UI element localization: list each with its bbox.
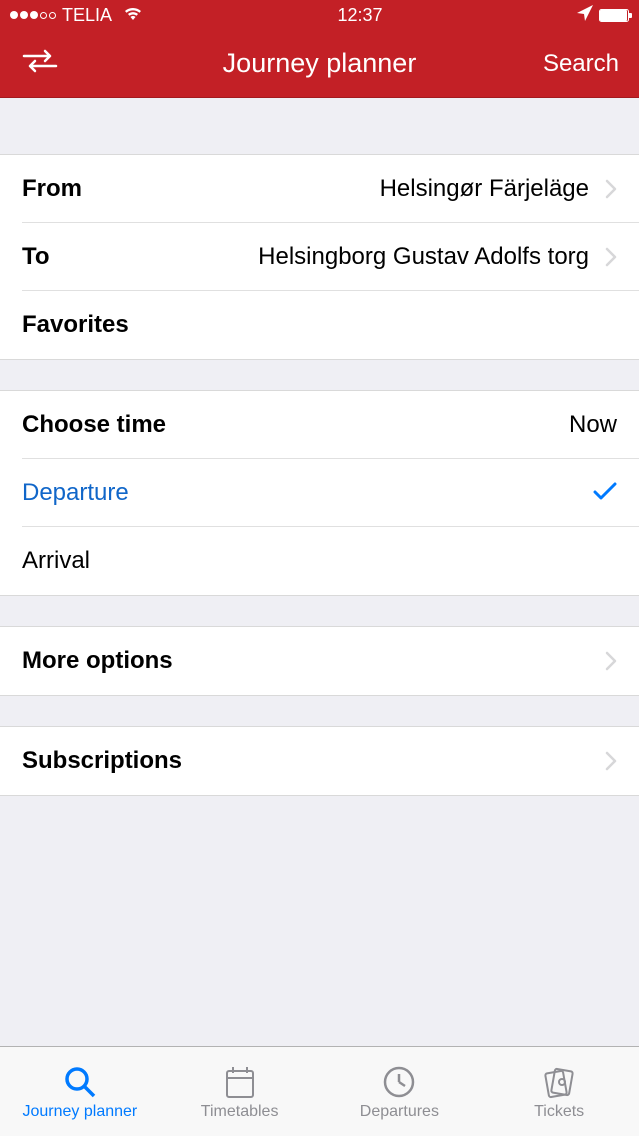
search-button[interactable]: Search <box>543 50 619 78</box>
arrival-row[interactable]: Arrival <box>0 527 639 595</box>
to-row[interactable]: To Helsingborg Gustav Adolfs torg <box>0 223 639 291</box>
favorites-label: Favorites <box>22 311 129 339</box>
choose-time-label: Choose time <box>22 411 166 439</box>
chevron-right-icon <box>605 179 617 199</box>
status-bar: TELIA 12:37 <box>0 0 639 30</box>
nav-bar: Journey planner Search <box>0 30 639 98</box>
tab-timetables[interactable]: Timetables <box>160 1047 320 1136</box>
tab-label: Tickets <box>534 1103 584 1121</box>
carrier-label: TELIA <box>62 5 112 26</box>
search-icon <box>61 1063 99 1101</box>
departure-row[interactable]: Departure <box>0 459 639 527</box>
arrival-label: Arrival <box>22 547 90 575</box>
content: From Helsingør Färjeläge To Helsingborg … <box>0 98 639 1046</box>
status-left: TELIA <box>10 5 143 26</box>
tab-label: Journey planner <box>23 1103 138 1121</box>
tab-label: Timetables <box>201 1103 279 1121</box>
from-value: Helsingør Färjeläge <box>380 175 589 203</box>
tab-tickets[interactable]: Tickets <box>479 1047 639 1136</box>
favorites-row[interactable]: Favorites <box>0 291 639 359</box>
from-label: From <box>22 175 82 203</box>
tab-departures[interactable]: Departures <box>320 1047 480 1136</box>
tab-label: Departures <box>360 1103 439 1121</box>
status-time: 12:37 <box>337 5 382 26</box>
signal-strength-icon <box>10 11 56 19</box>
from-row[interactable]: From Helsingør Färjeläge <box>0 155 639 223</box>
tab-journey-planner[interactable]: Journey planner <box>0 1047 160 1136</box>
departure-label: Departure <box>22 479 129 507</box>
more-options-section: More options <box>0 626 639 696</box>
to-value: Helsingborg Gustav Adolfs torg <box>258 243 589 271</box>
more-options-label: More options <box>22 647 173 675</box>
swap-button[interactable] <box>20 46 70 81</box>
tickets-icon <box>540 1063 578 1101</box>
subscriptions-section: Subscriptions <box>0 726 639 796</box>
tab-bar: Journey planner Timetables Departures Ti… <box>0 1046 639 1136</box>
choose-time-value: Now <box>569 411 617 439</box>
clock-icon <box>380 1063 418 1101</box>
wifi-icon <box>123 5 143 26</box>
to-label: To <box>22 243 50 271</box>
choose-time-row[interactable]: Choose time Now <box>0 391 639 459</box>
chevron-right-icon <box>605 651 617 671</box>
chevron-right-icon <box>605 247 617 267</box>
check-icon <box>593 481 617 506</box>
subscriptions-label: Subscriptions <box>22 747 182 775</box>
more-options-row[interactable]: More options <box>0 627 639 695</box>
chevron-right-icon <box>605 751 617 771</box>
location-icon <box>577 5 593 26</box>
calendar-icon <box>221 1063 259 1101</box>
page-title: Journey planner <box>223 48 417 79</box>
time-section: Choose time Now Departure Arrival <box>0 390 639 596</box>
status-right <box>577 5 629 26</box>
battery-icon <box>599 9 629 22</box>
route-section: From Helsingør Färjeläge To Helsingborg … <box>0 154 639 360</box>
subscriptions-row[interactable]: Subscriptions <box>0 727 639 795</box>
